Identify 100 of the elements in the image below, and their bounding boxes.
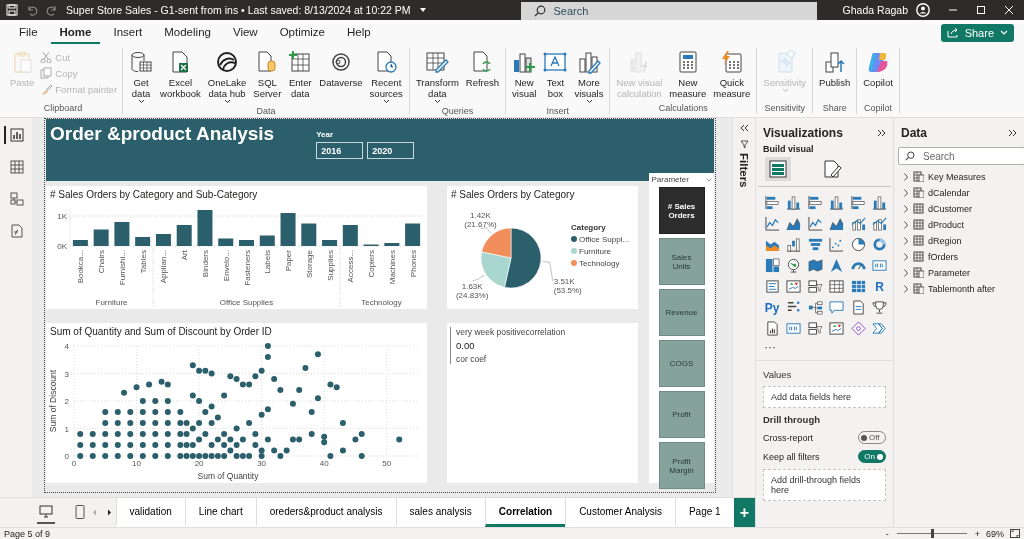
tree-item[interactable]: dCustomer (903, 203, 1024, 214)
tree-item[interactable]: Tablemonth after (903, 283, 1024, 294)
tree-item[interactable]: Key Measures (903, 171, 1024, 182)
ribbon-button[interactable]: Text box (540, 48, 571, 101)
axis-category-label: Paper (284, 250, 294, 272)
tree-item[interactable]: dRegion (903, 235, 1024, 246)
axis-category-label: Fasteners (242, 250, 252, 286)
axis-category-label: Tables (138, 250, 148, 274)
group-label: Data (255, 106, 277, 117)
axis-tick-label: 0 (71, 459, 77, 468)
menu-tab[interactable]: Modeling (155, 21, 220, 44)
axis-tick-label: 50 (382, 459, 392, 468)
group-label: Share (821, 103, 848, 114)
menu-tab[interactable]: Home (50, 21, 101, 44)
page-tab[interactable]: oreders&product analysis (255, 498, 396, 527)
pane-title: Visualizations (763, 126, 843, 140)
ribbon-button[interactable]: OneLake data hub (204, 48, 250, 106)
axis-category-label: Binders (200, 250, 210, 278)
section-label: Build visual (762, 144, 815, 154)
card-text: 0.00 (456, 340, 476, 351)
search-field[interactable]: Search (520, 1, 817, 20)
data-label: 1.42K (21.67%) (464, 210, 497, 229)
axis-tick-label: 1 (64, 424, 69, 434)
menu-tab[interactable]: Insert (104, 21, 152, 44)
group-label: Calculations (657, 103, 709, 114)
year-field[interactable]: 2016 (316, 142, 364, 159)
axis-tick-label: 10 (132, 459, 141, 468)
add-page-button[interactable]: + (733, 498, 755, 527)
toggle-switch[interactable]: On (858, 450, 886, 463)
slicer-option[interactable]: Profit Margin (658, 442, 705, 489)
pane-label[interactable]: Filters (738, 153, 750, 188)
tree-item[interactable]: fOrders (903, 251, 1024, 262)
ribbon-button[interactable]: Transform data (412, 48, 462, 106)
script-visual-icon[interactable]: Py (764, 300, 780, 315)
zoom-in-button[interactable]: + (974, 528, 980, 539)
ribbon-button[interactable]: More visuals (571, 48, 607, 106)
legend-label: Technology (579, 259, 620, 268)
ribbon-button[interactable]: Dataverse (316, 48, 366, 90)
slicer-option[interactable]: Profit (658, 391, 705, 438)
ribbon-button[interactable]: Publish (816, 48, 854, 90)
ribbon-button[interactable]: Recent sources (366, 48, 406, 106)
page-tab[interactable]: sales analysis (395, 498, 485, 527)
ribbon-button[interactable]: Excel workbook (157, 48, 204, 101)
page-tab[interactable]: Customer Analysis (565, 498, 675, 527)
axis-category-label: Applian... (159, 250, 169, 284)
slicer-option[interactable]: COGS (658, 340, 705, 387)
axis-tick-label: 20 (194, 459, 204, 468)
chart-title: # Sales Orders by Category and Sub-Category (49, 188, 259, 202)
ribbon-button[interactable]: Get data (126, 48, 157, 106)
page-tab[interactable]: Line chart (184, 498, 256, 527)
chart-title: # Sales Orders by Category (450, 188, 576, 202)
ribbon-button[interactable]: SQL Server (250, 48, 285, 101)
ribbon-button[interactable]: Copilot (860, 48, 896, 90)
page-indicator: Page 5 of 9 (4, 528, 51, 539)
page-tab[interactable]: validation (115, 498, 185, 527)
axis-category-label: Storage (304, 250, 314, 279)
axis-tick-label: 3 (64, 369, 69, 379)
drop-zone[interactable]: Add drill-through fields here (763, 469, 886, 501)
menu-tab[interactable]: File (10, 21, 47, 44)
menu-tab[interactable]: Optimize (270, 21, 334, 44)
slicer-option[interactable]: Revenue (658, 289, 705, 336)
ribbon-button[interactable]: New visual (509, 48, 540, 101)
ribbon-button[interactable]: Refresh (462, 48, 503, 90)
search-field[interactable]: Search (898, 147, 1024, 165)
axis-group-label: Furniture (95, 298, 128, 307)
share-button[interactable]: Share (940, 23, 1014, 42)
tree-item[interactable]: dProduct (903, 219, 1024, 230)
axis-group-label: Office Supplies (219, 298, 274, 307)
section-label: Drill through (763, 414, 821, 425)
pane-title: Data (901, 126, 927, 140)
menu-tab[interactable]: Help (338, 21, 380, 44)
user-name: Ghada Ragab (842, 4, 908, 16)
ribbon-button[interactable]: Enter data (285, 48, 316, 101)
zoom-level: 69% (986, 528, 1004, 539)
axis-title: Sum of Quantity (197, 471, 259, 481)
drop-zone[interactable]: Add data fields here (763, 386, 886, 408)
toggle-label: Cross-report (763, 432, 813, 443)
tree-item[interactable]: Parameter (903, 267, 1024, 278)
ribbon-button[interactable]: Quick measure (710, 48, 754, 101)
axis-category-label: Labels (263, 250, 273, 274)
menu-tab[interactable]: View (223, 21, 267, 44)
script-visual-icon[interactable]: R (875, 279, 884, 294)
axis-tick-label: 40 (319, 459, 329, 468)
toggle-switch[interactable]: Off (858, 431, 886, 444)
page-tab[interactable]: Correlation (484, 498, 566, 527)
group-label: Sensitivity (763, 103, 806, 114)
zoom-out-button[interactable]: - (885, 528, 889, 539)
chart-title: Sum of Quantity and Sum of Discount by Order ID (49, 325, 273, 339)
tree-item[interactable]: dCalendar (903, 187, 1024, 198)
page-tab[interactable]: Page 1 (674, 498, 734, 527)
axis-tick-label: 0K (57, 242, 67, 251)
report-title: Order &product Analysis (50, 123, 275, 145)
axis-tick-label: 2 (64, 397, 69, 406)
slicer-option[interactable]: # Sales Orders (658, 187, 705, 234)
slicer-title: Parameter (651, 175, 689, 184)
axis-category-label: Bookca... (76, 250, 86, 284)
year-field[interactable]: 2020 (367, 142, 415, 159)
ribbon-button[interactable]: New measure (666, 48, 710, 101)
slicer-option[interactable]: Sales Units (658, 238, 705, 285)
axis-tick-label: 4 (64, 342, 69, 351)
